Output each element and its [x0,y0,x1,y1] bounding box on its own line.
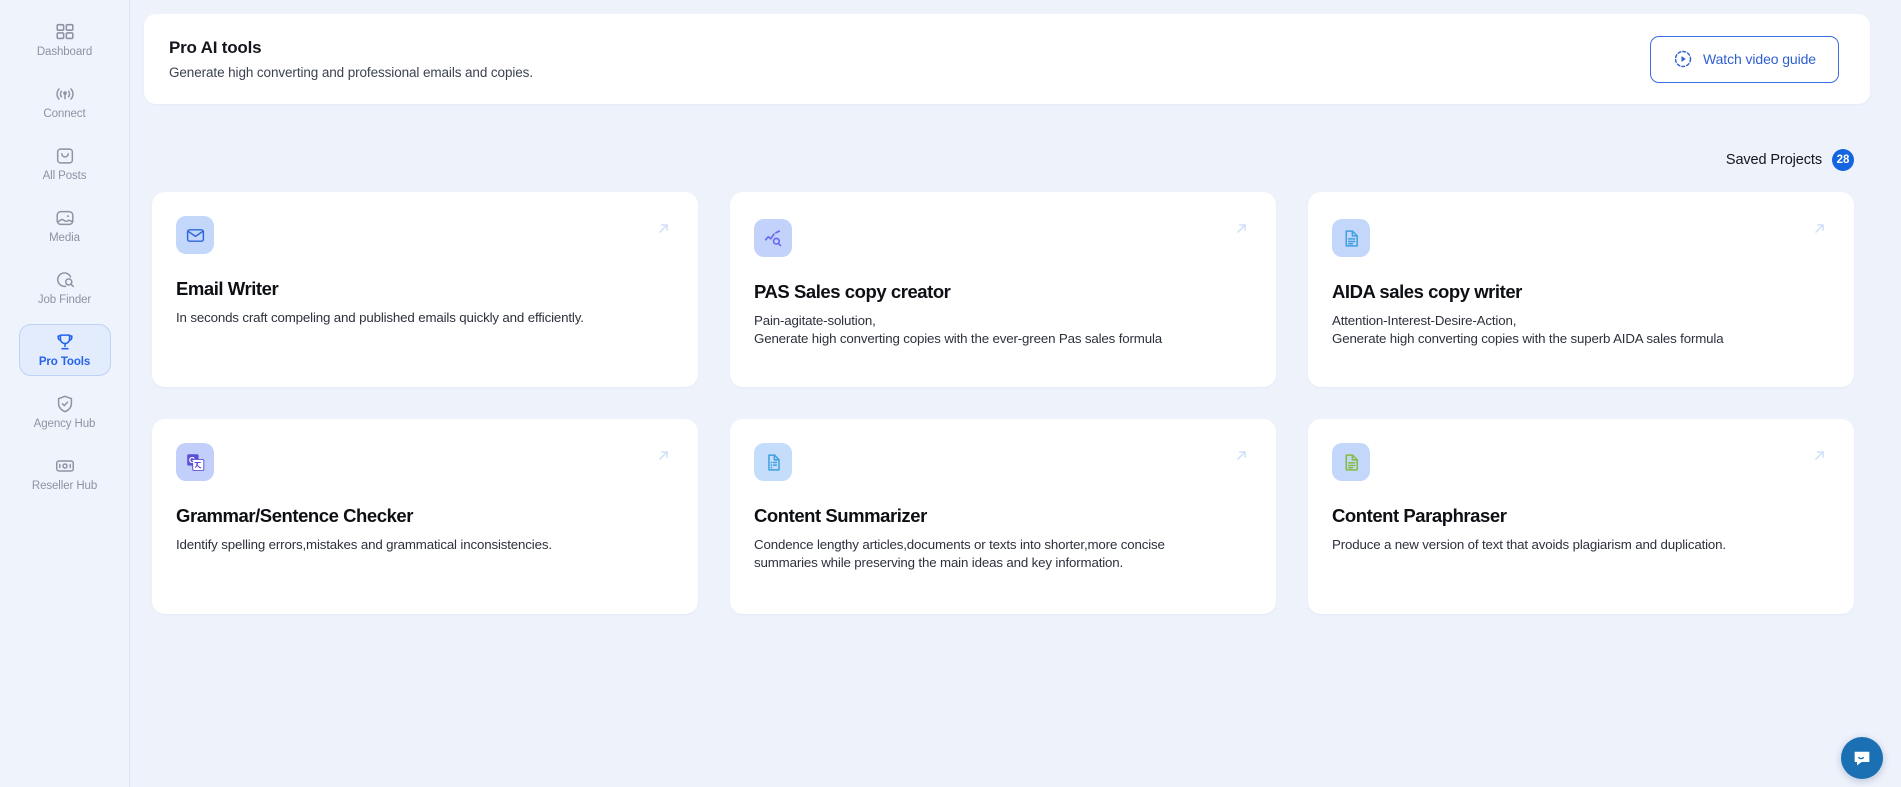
grid-icon [54,21,76,43]
tools-grid: Email Writer In seconds craft compeling … [144,192,1879,614]
main-content: Pro AI tools Generate high converting an… [130,0,1901,787]
sidebar-item-media[interactable]: Media [19,200,111,252]
sidebar-item-label: Job Finder [38,294,91,307]
tool-description: Condence lengthy articles,documents or t… [754,536,1252,571]
sidebar-item-label: Dashboard [37,46,92,59]
tool-icon-wrapper [754,219,792,257]
sidebar-item-label: Connect [43,108,85,121]
document-green-icon [1341,452,1362,473]
tool-title: AIDA sales copy writer [1332,281,1830,303]
tool-description: Identify spelling errors,mistakes and gr… [176,536,674,554]
document-dotted-icon [763,452,784,473]
broadcast-icon [54,83,76,105]
sidebar-item-agency-hub[interactable]: Agency Hub [19,386,111,438]
tool-title: Grammar/Sentence Checker [176,505,674,527]
tool-icon-wrapper: G [176,443,214,481]
sidebar-item-all-posts[interactable]: All Posts [19,138,111,190]
chat-widget-button[interactable] [1841,737,1883,779]
hero-text-block: Pro AI tools Generate high converting an… [169,38,533,80]
sidebar-item-dashboard[interactable]: Dashboard [19,14,111,66]
image-icon [54,207,76,229]
tool-card-content-summarizer[interactable]: Content Summarizer Condence lengthy arti… [730,419,1276,614]
tool-description: Produce a new version of text that avoid… [1332,536,1830,554]
sidebar-item-label: Media [49,232,80,245]
sidebar-item-label: Agency Hub [34,418,96,431]
tool-title: Content Summarizer [754,505,1252,527]
envelope-icon [185,225,206,246]
sidebar-item-label: Reseller Hub [32,480,97,493]
tool-card-aida-sales-copy-writer[interactable]: AIDA sales copy writer Attention-Interes… [1308,192,1854,387]
tool-title: PAS Sales copy creator [754,281,1252,303]
app-root: Dashboard Connect All Posts Media Job Fi [0,0,1901,787]
saved-projects-row[interactable]: Saved Projects 28 [144,130,1879,190]
svg-text:G: G [188,454,195,464]
tool-description: In seconds craft compeling and published… [176,309,674,327]
tool-icon-wrapper [176,216,214,254]
tool-card-content-paraphraser[interactable]: Content Paraphraser Produce a new versio… [1308,419,1854,614]
open-arrow-icon[interactable] [655,220,672,237]
translate-icon: G [185,452,206,473]
watch-video-guide-label: Watch video guide [1703,51,1816,67]
tool-title: Content Paraphraser [1332,505,1830,527]
sidebar-item-connect[interactable]: Connect [19,76,111,128]
page-title: Pro AI tools [169,38,533,58]
sidebar-item-reseller-hub[interactable]: Reseller Hub [19,448,111,500]
sidebar-item-job-finder[interactable]: Job Finder [19,262,111,314]
open-arrow-icon[interactable] [1233,220,1250,237]
shield-check-icon [54,393,76,415]
sidebar-item-label: All Posts [43,170,87,183]
sidebar-item-pro-tools[interactable]: Pro Tools [19,324,111,376]
tool-description: Attention-Interest-Desire-Action, Genera… [1332,312,1830,347]
chart-search-icon [763,228,784,249]
tool-card-grammar-sentence-checker[interactable]: G Grammar/Sentence Checker Identify spel… [152,419,698,614]
open-arrow-icon[interactable] [1233,447,1250,464]
tool-title: Email Writer [176,278,674,300]
watch-video-guide-button[interactable]: Watch video guide [1650,36,1839,83]
tool-description: Pain-agitate-solution, Generate high con… [754,312,1252,347]
chat-bubble-icon [1851,747,1873,769]
pro-ai-tools-banner: Pro AI tools Generate high converting an… [144,14,1870,104]
page-subtitle: Generate high converting and professiona… [169,65,533,80]
inbox-icon [54,145,76,167]
tool-card-pas-sales-copy-creator[interactable]: PAS Sales copy creator Pain-agitate-solu… [730,192,1276,387]
document-text-icon [1341,228,1362,249]
saved-projects-count-badge: 28 [1832,149,1854,171]
open-arrow-icon[interactable] [655,447,672,464]
trophy-icon [54,331,76,353]
search-globe-icon [54,269,76,291]
tool-icon-wrapper [754,443,792,481]
tool-icon-wrapper [1332,219,1370,257]
play-circle-icon [1673,49,1693,69]
open-arrow-icon[interactable] [1811,220,1828,237]
tool-icon-wrapper [1332,443,1370,481]
sidebar-item-label: Pro Tools [39,356,90,369]
banknote-icon [54,455,76,477]
open-arrow-icon[interactable] [1811,447,1828,464]
tool-card-email-writer[interactable]: Email Writer In seconds craft compeling … [152,192,698,387]
sidebar: Dashboard Connect All Posts Media Job Fi [0,0,130,787]
saved-projects-label: Saved Projects [1726,152,1822,168]
